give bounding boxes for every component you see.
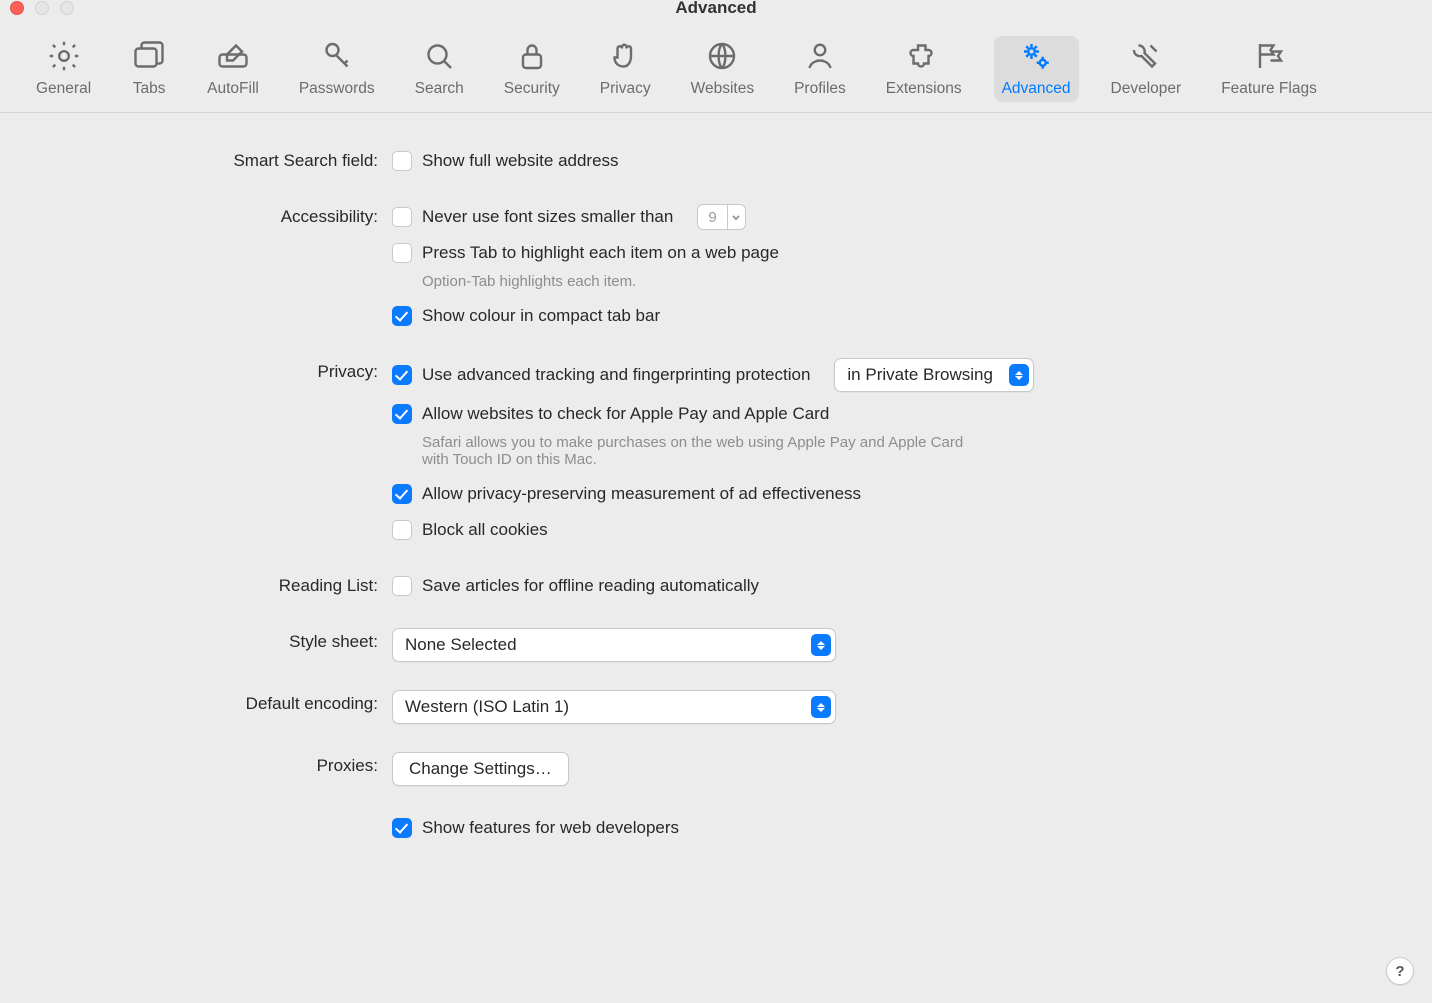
search-icon xyxy=(421,38,457,74)
block-cookies-checkbox[interactable] xyxy=(392,520,412,540)
flags-icon xyxy=(1251,38,1287,74)
min-font-size-stepper[interactable]: 9 xyxy=(697,204,745,230)
privacy-tab[interactable]: Privacy xyxy=(592,36,659,102)
offline-reading-checkbox[interactable] xyxy=(392,576,412,596)
help-button[interactable]: ? xyxy=(1386,957,1414,985)
person-icon xyxy=(802,38,838,74)
min-font-size-label: Never use font sizes smaller than xyxy=(422,207,673,227)
general-tab[interactable]: General xyxy=(28,36,99,102)
style-sheet-label: Style sheet: xyxy=(40,628,392,656)
style-sheet-value: None Selected xyxy=(405,635,517,655)
proxies-label: Proxies: xyxy=(40,752,392,780)
show-full-address-label: Show full website address xyxy=(422,151,619,171)
apple-pay-label: Allow websites to check for Apple Pay an… xyxy=(422,404,829,424)
tab-label: Advanced xyxy=(1002,80,1071,98)
passwords-tab[interactable]: Passwords xyxy=(291,36,383,102)
reading-list-label: Reading List: xyxy=(40,572,392,600)
key-icon xyxy=(319,38,355,74)
tab-label: Extensions xyxy=(886,80,962,98)
min-font-size-value: 9 xyxy=(698,209,726,226)
tab-label: Security xyxy=(504,80,560,98)
min-font-size-checkbox[interactable] xyxy=(392,207,412,227)
smart-search-label: Smart Search field: xyxy=(40,147,392,175)
advanced-tab[interactable]: Advanced xyxy=(994,36,1079,102)
websites-tab[interactable]: Websites xyxy=(683,36,762,102)
extensions-tab[interactable]: Extensions xyxy=(878,36,970,102)
tab-label: Tabs xyxy=(133,80,166,98)
show-dev-features-checkbox[interactable] xyxy=(392,818,412,838)
tab-label: Websites xyxy=(691,80,754,98)
tab-label: Privacy xyxy=(600,80,651,98)
default-encoding-select[interactable]: Western (ISO Latin 1) xyxy=(392,690,836,724)
tab-label: Passwords xyxy=(299,80,375,98)
compact-colour-label: Show colour in compact tab bar xyxy=(422,306,660,326)
tab-label: Search xyxy=(415,80,464,98)
updown-caret-icon xyxy=(811,634,831,656)
chevron-down-icon[interactable] xyxy=(727,205,745,229)
titlebar: Advanced xyxy=(0,0,1432,22)
ad-measure-checkbox[interactable] xyxy=(392,484,412,504)
autofill-tab[interactable]: AutoFill xyxy=(199,36,267,102)
apple-pay-checkbox[interactable] xyxy=(392,404,412,424)
tab-label: Profiles xyxy=(794,80,846,98)
developer-tab[interactable]: Developer xyxy=(1103,36,1190,102)
updown-caret-icon xyxy=(811,696,831,718)
hand-icon xyxy=(607,38,643,74)
window-title: Advanced xyxy=(0,0,1432,16)
advanced-settings-form: Smart Search field: Show full website ad… xyxy=(0,113,1432,872)
tab-highlight-checkbox[interactable] xyxy=(392,243,412,263)
gear-icon xyxy=(46,38,82,74)
adv-tracking-label: Use advanced tracking and fingerprinting… xyxy=(422,365,810,385)
adv-tracking-scope-select[interactable]: in Private Browsing xyxy=(834,358,1034,392)
security-tab[interactable]: Security xyxy=(496,36,568,102)
help-glyph: ? xyxy=(1395,963,1404,980)
tools-icon xyxy=(1128,38,1164,74)
accessibility-label: Accessibility: xyxy=(40,203,392,231)
offline-reading-label: Save articles for offline reading automa… xyxy=(422,576,759,596)
apple-pay-hint: Safari allows you to make purchases on t… xyxy=(422,434,982,468)
tab-highlight-hint: Option-Tab highlights each item. xyxy=(422,273,982,290)
lock-icon xyxy=(514,38,550,74)
change-proxy-settings-button[interactable]: Change Settings… xyxy=(392,752,569,786)
profiles-tab[interactable]: Profiles xyxy=(786,36,854,102)
tabs-tab[interactable]: Tabs xyxy=(123,36,175,102)
block-cookies-label: Block all cookies xyxy=(422,520,548,540)
globe-icon xyxy=(704,38,740,74)
tab-label: General xyxy=(36,80,91,98)
compact-colour-checkbox[interactable] xyxy=(392,306,412,326)
tab-highlight-label: Press Tab to highlight each item on a we… xyxy=(422,243,779,263)
privacy-label: Privacy: xyxy=(40,358,392,386)
tab-label: Developer xyxy=(1111,80,1182,98)
adv-tracking-checkbox[interactable] xyxy=(392,365,412,385)
style-sheet-select[interactable]: None Selected xyxy=(392,628,836,662)
ad-measure-label: Allow privacy-preserving measurement of … xyxy=(422,484,861,504)
tab-label: AutoFill xyxy=(207,80,259,98)
puzzle-icon xyxy=(906,38,942,74)
adv-tracking-scope-value: in Private Browsing xyxy=(847,365,993,385)
feature-flags-tab[interactable]: Feature Flags xyxy=(1213,36,1325,102)
default-encoding-label: Default encoding: xyxy=(40,690,392,718)
tabs-icon xyxy=(131,38,167,74)
default-encoding-value: Western (ISO Latin 1) xyxy=(405,697,569,717)
show-full-address-checkbox[interactable] xyxy=(392,151,412,171)
updown-caret-icon xyxy=(1009,364,1029,386)
change-proxy-settings-label: Change Settings… xyxy=(409,759,552,779)
gears-icon xyxy=(1018,38,1054,74)
preferences-toolbar: General Tabs AutoFill Passwords Search S… xyxy=(0,22,1432,113)
show-dev-features-label: Show features for web developers xyxy=(422,818,679,838)
tab-label: Feature Flags xyxy=(1221,80,1317,98)
pencil-field-icon xyxy=(215,38,251,74)
search-tab[interactable]: Search xyxy=(407,36,472,102)
